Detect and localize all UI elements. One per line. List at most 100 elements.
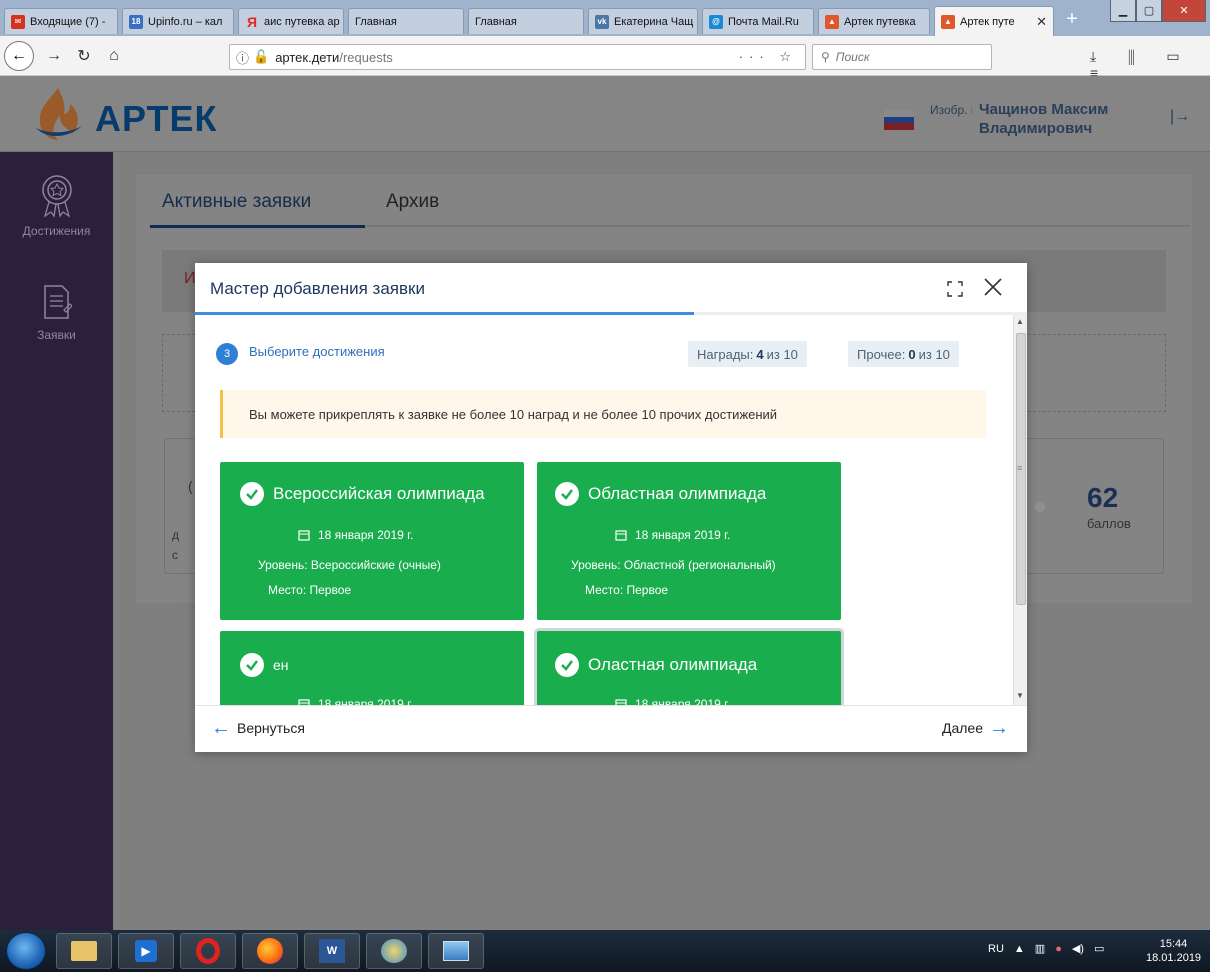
tab-label: Артек путевка bbox=[844, 15, 916, 28]
check-circle-icon bbox=[555, 482, 579, 506]
next-label: Далее bbox=[941, 720, 983, 736]
add-request-wizard-modal: Мастер добавления заявки 3 Выберите дост… bbox=[195, 263, 1027, 752]
tab-label: Upinfo.ru – кал bbox=[148, 15, 223, 28]
opera-taskbar-icon[interactable] bbox=[180, 933, 236, 969]
action-center-icon[interactable]: ▭ bbox=[1094, 942, 1104, 955]
browser-tab-active[interactable]: ▲ Артек путе ✕ bbox=[934, 6, 1054, 36]
arrow-right-icon: → bbox=[989, 717, 1009, 739]
url-bar[interactable]: ⓘ 🔓 артек.дети /requests ··· ☆ bbox=[229, 44, 806, 70]
antivirus-icon[interactable]: ● bbox=[1055, 943, 1062, 955]
close-icon[interactable] bbox=[982, 276, 1004, 298]
achievement-date: 18 января 2019 г. bbox=[298, 528, 413, 542]
russia-flag-icon[interactable] bbox=[884, 110, 914, 130]
achievement-card[interactable]: ен 18 января 2019 г. bbox=[220, 631, 524, 705]
info-icon[interactable]: ⓘ bbox=[236, 48, 249, 67]
achievement-title: Областная олимпиада bbox=[555, 482, 766, 506]
card-text: ( bbox=[188, 478, 193, 494]
expand-icon[interactable] bbox=[946, 280, 964, 298]
search-placeholder: Поиск bbox=[835, 50, 870, 64]
minimize-button[interactable]: ▁ bbox=[1110, 0, 1136, 22]
scroll-down-icon[interactable]: ▼ bbox=[1016, 691, 1024, 700]
awards-counter: Награды: 4 из 10 bbox=[688, 341, 807, 367]
home-icon[interactable]: ⌂ bbox=[102, 44, 126, 68]
logout-icon[interactable]: |→ bbox=[1170, 108, 1190, 126]
side-text-line: д bbox=[172, 528, 180, 542]
achievement-title-text: Всероссийская олимпиада bbox=[273, 484, 485, 503]
other-counter: Прочее: 0 из 10 bbox=[848, 341, 959, 367]
browser-tab[interactable]: ✉ Входящие (7) - bbox=[4, 8, 118, 34]
maximize-button[interactable]: ▢ bbox=[1136, 0, 1162, 22]
document-edit-icon bbox=[43, 285, 72, 319]
page-tabs: Активные заявки Архив bbox=[150, 177, 1190, 227]
side-text-line: с bbox=[172, 548, 178, 562]
tab-label: аис путевка ар bbox=[264, 15, 340, 28]
tab-close-icon[interactable]: ✕ bbox=[1032, 14, 1047, 30]
window-close-button[interactable]: ✕ bbox=[1162, 0, 1206, 22]
word-taskbar-icon[interactable]: W bbox=[304, 933, 360, 969]
browser-forward-button[interactable]: → bbox=[42, 44, 66, 68]
limit-notice: Вы можете прикреплять к заявке не более … bbox=[220, 390, 986, 438]
achievement-date-text: 18 января 2019 г. bbox=[635, 697, 731, 705]
scroll-up-icon[interactable]: ▲ bbox=[1016, 317, 1024, 326]
check-circle-icon bbox=[240, 653, 264, 677]
image-viewer-taskbar-icon[interactable] bbox=[428, 933, 484, 969]
achievement-card[interactable]: Областная олимпиада 18 января 2019 г. Ур… bbox=[537, 462, 841, 620]
page-actions-icon[interactable]: ··· ☆ bbox=[739, 49, 797, 65]
achievement-card[interactable]: Всероссийская олимпиада 18 января 2019 г… bbox=[220, 462, 524, 620]
firefox-taskbar-icon[interactable] bbox=[242, 933, 298, 969]
modal-body: 3 Выберите достижения Награды: 4 из 10 П… bbox=[195, 315, 1013, 705]
modal-header: Мастер добавления заявки bbox=[195, 263, 1027, 315]
card-side-text: д с bbox=[172, 525, 179, 565]
browser-back-button[interactable]: ← bbox=[4, 41, 34, 71]
achievement-card-selected[interactable]: Оластная олимпиада 18 января 2019 г. bbox=[537, 631, 841, 705]
browser-tab[interactable]: 18 Upinfo.ru – кал bbox=[122, 8, 234, 34]
next-button[interactable]: Далее → bbox=[941, 717, 1009, 739]
explorer-taskbar-icon[interactable] bbox=[56, 933, 112, 969]
browser-nav-bar: ← → ↻ ⌂ ⓘ 🔓 артек.дети /requests ··· ☆ ⚲… bbox=[0, 36, 1210, 81]
site-logo-text[interactable]: АРТЕК bbox=[95, 98, 218, 140]
calendar-icon bbox=[298, 530, 310, 541]
modal-footer: ← Вернуться Далее → bbox=[195, 705, 1027, 752]
tab-label: Почта Mail.Ru bbox=[728, 15, 799, 28]
browser-tab[interactable]: ▲ Артек путевка bbox=[818, 8, 930, 34]
tab-label: Входящие (7) - bbox=[30, 15, 106, 28]
tray-expand-icon[interactable]: ▲ bbox=[1014, 943, 1025, 955]
reload-icon[interactable]: ↻ bbox=[72, 44, 96, 68]
windows-start-button[interactable] bbox=[6, 932, 46, 970]
browser-tab[interactable]: Главная bbox=[468, 8, 584, 34]
user-name[interactable]: Чащинов Максим Владимирович bbox=[979, 100, 1159, 138]
paint-taskbar-icon[interactable] bbox=[366, 933, 422, 969]
browser-tab[interactable]: Я аис путевка ар bbox=[238, 8, 344, 34]
sidebar-item-requests[interactable]: Заявки bbox=[0, 284, 113, 342]
achievement-place: Место: Первое bbox=[268, 583, 352, 597]
counter-label: Прочее: bbox=[857, 346, 906, 362]
score-value: 62 bbox=[1087, 482, 1119, 513]
network-icon[interactable]: ▥ bbox=[1035, 942, 1045, 955]
tab-active-requests[interactable]: Активные заявки bbox=[162, 191, 311, 213]
modal-scrollbar[interactable]: ▲ ≡ ▼ bbox=[1013, 315, 1027, 705]
tab-label: Главная bbox=[355, 15, 397, 28]
new-tab-button[interactable]: + bbox=[1060, 8, 1084, 32]
score-label: баллов bbox=[1087, 516, 1131, 531]
artek-favicon: ▲ bbox=[941, 14, 955, 29]
browser-tab[interactable]: Главная bbox=[348, 8, 464, 34]
achievement-title: ен bbox=[240, 653, 289, 677]
tab-archive[interactable]: Архив bbox=[386, 191, 439, 213]
volume-icon[interactable]: ◀) bbox=[1072, 942, 1084, 955]
step-title: Выберите достижения bbox=[249, 344, 385, 359]
insecure-lock-icon: 🔓 bbox=[253, 49, 270, 64]
counter-label: Награды: bbox=[697, 346, 754, 362]
sidebar-item-achievements[interactable]: Достижения bbox=[0, 174, 113, 238]
browser-tab[interactable]: vk Екатерина Чащ bbox=[588, 8, 698, 34]
user-avatar-alt[interactable]: Изобр. польз bbox=[930, 103, 972, 118]
mailru-icon: @ bbox=[709, 14, 723, 29]
media-player-taskbar-icon[interactable]: ▶ bbox=[118, 933, 174, 969]
yandex-icon: Я bbox=[246, 13, 258, 30]
language-indicator[interactable]: RU bbox=[988, 943, 1004, 955]
system-clock[interactable]: 15:44 18.01.2019 bbox=[1146, 937, 1201, 965]
browser-tab[interactable]: @ Почта Mail.Ru bbox=[702, 8, 814, 34]
system-tray: RU ▲ ▥ ● ◀) ▭ bbox=[988, 942, 1104, 956]
back-button[interactable]: ← Вернуться bbox=[211, 718, 305, 738]
tab-label: Артек путе bbox=[960, 15, 1015, 28]
search-input[interactable]: ⚲ Поиск bbox=[812, 44, 992, 70]
